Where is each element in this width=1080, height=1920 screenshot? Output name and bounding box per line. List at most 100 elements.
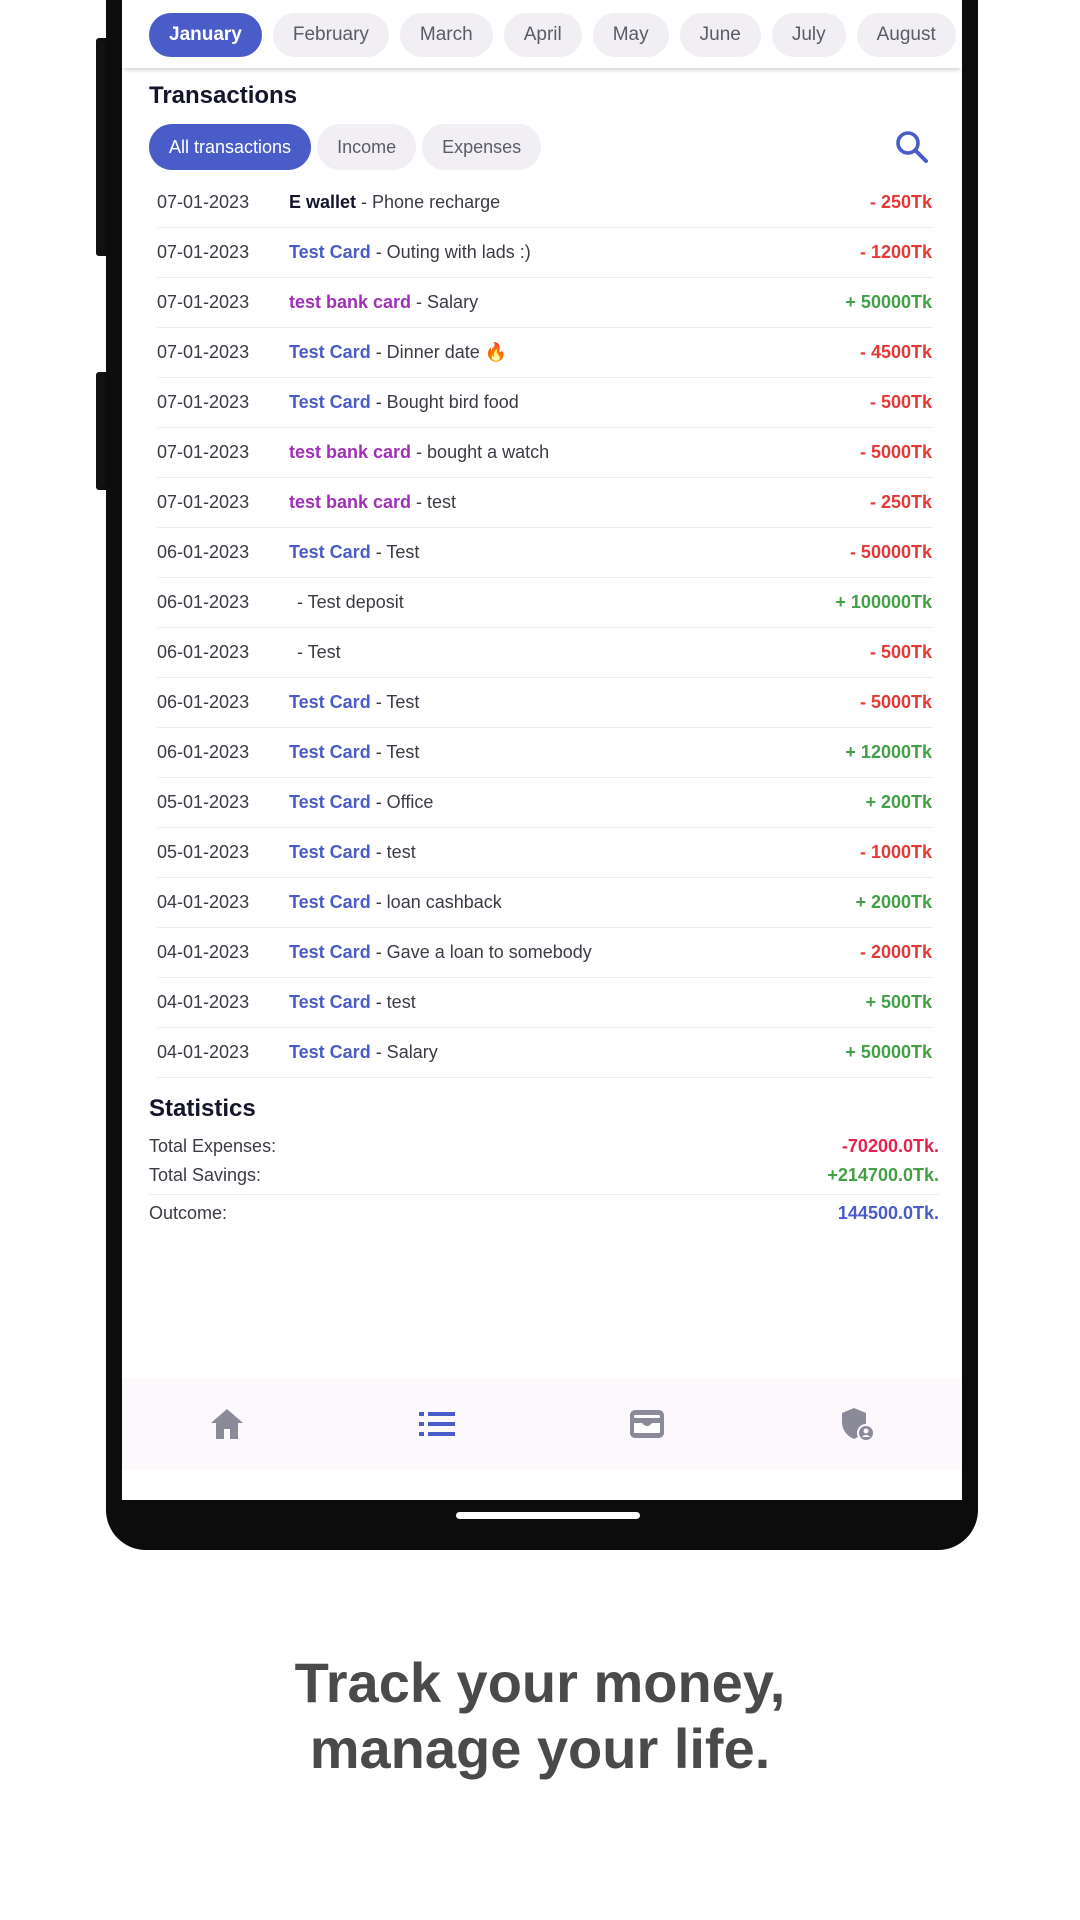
transaction-row[interactable]: 07-01-2023 test bank card - Salary + 50000T… <box>157 278 933 328</box>
transaction-note: - test <box>375 992 416 1012</box>
transaction-row[interactable]: 06-01-2023 Test Card - Test - 50000Tk <box>157 528 933 578</box>
transaction-row[interactable]: 04-01-2023 Test Card - test + 500Tk <box>157 978 933 1028</box>
filter-all-transactions[interactable]: All transactions <box>149 124 312 170</box>
transaction-date: 07-01-2023 <box>157 192 250 212</box>
transaction-row[interactable]: 07-01-2023 Test Card - Outing with lads :)… <box>157 228 933 278</box>
transaction-row[interactable]: 05-01-2023 Test Card - Office + 200Tk <box>157 778 933 828</box>
transaction-description: Test Card - loan cashback <box>289 892 855 913</box>
month-chip-april[interactable]: April <box>503 13 582 57</box>
transaction-card-name: Test Card <box>289 942 371 962</box>
transaction-card-name: Test Card <box>289 892 371 912</box>
transaction-row[interactable]: 07-01-2023 Test Card - Dinner date 🔥 - 4500… <box>157 328 933 378</box>
transaction-amount: - 500Tk <box>869 642 932 662</box>
transaction-note: - Dinner date 🔥 <box>375 342 508 362</box>
transaction-amount: - 1000Tk <box>859 842 932 862</box>
month-chip-february[interactable]: February <box>272 13 389 57</box>
transaction-amount: - 5000Tk <box>859 442 932 462</box>
statistics-title: Statistics <box>149 1095 256 1122</box>
stat-label: Outcome: <box>149 1203 228 1223</box>
transaction-description: Test Card - Bought bird food <box>289 392 870 413</box>
transaction-amount: + 100000Tk <box>835 592 932 612</box>
transaction-card-name: Test Card <box>289 842 371 862</box>
transaction-amount: - 1200Tk <box>859 242 932 262</box>
transaction-note: - Office <box>375 792 434 812</box>
tagline-line: Track your money, <box>294 1651 786 1714</box>
shield-user-icon[interactable] <box>827 1394 887 1454</box>
transaction-note: - Gave a loan to somebody <box>375 942 592 962</box>
month-chip-march[interactable]: March <box>399 13 493 57</box>
transaction-row[interactable]: 06-01-2023 Test Card - Test + 12000Tk <box>157 728 933 778</box>
transaction-card-name: E wallet <box>289 192 357 212</box>
transaction-note: - Salary <box>416 292 479 312</box>
transaction-amount: - 250Tk <box>869 192 932 212</box>
wallet-icon[interactable] <box>617 1394 677 1454</box>
transaction-date: 07-01-2023 <box>157 342 250 362</box>
transaction-row[interactable]: 06-01-2023 - Test - 500Tk <box>157 628 933 678</box>
home-icon[interactable] <box>197 1394 257 1454</box>
month-chip-may[interactable]: May <box>592 13 669 57</box>
transaction-row[interactable]: 07-01-2023 test bank card - test - 250Tk <box>157 478 933 528</box>
transaction-amount: + 2000Tk <box>855 892 932 912</box>
transaction-description: test bank card - test <box>289 492 870 513</box>
filter-expenses[interactable]: Expenses <box>422 124 542 170</box>
tagline: Track your money, manage your life. <box>0 1650 1080 1782</box>
month-selector: January February March April May June July Augu… <box>122 0 962 68</box>
transaction-date: 04-01-2023 <box>157 942 250 962</box>
transaction-description: - Test <box>289 642 870 663</box>
stat-label: Total Expenses: <box>149 1136 277 1156</box>
transaction-row[interactable]: 04-01-2023 Test Card - Salary + 50000Tk <box>157 1028 933 1078</box>
transaction-date: 05-01-2023 <box>157 842 250 862</box>
transaction-note: - test <box>416 492 457 512</box>
transaction-amount: - 2000Tk <box>859 942 932 962</box>
transaction-description: Test Card - Test <box>289 742 845 763</box>
stat-value: -70200.0Tk. <box>841 1136 939 1156</box>
search-icon[interactable] <box>893 128 931 166</box>
transaction-card-name: Test Card <box>289 1042 371 1062</box>
statistics-section: Statistics Total Expenses: -70200.0Tk. T… <box>149 1092 939 1228</box>
transaction-date: 07-01-2023 <box>157 442 250 462</box>
filter-income[interactable]: Income <box>317 124 417 170</box>
transaction-date: 04-01-2023 <box>157 992 250 1012</box>
month-chip-january[interactable]: January <box>149 13 262 57</box>
home-indicator[interactable] <box>456 1512 640 1519</box>
transaction-row[interactable]: 07-01-2023 E wallet - Phone recharge - 250T… <box>157 178 933 228</box>
transaction-description: test bank card - bought a watch <box>289 442 860 463</box>
transaction-description: Test Card - Test <box>289 542 850 563</box>
transaction-description: E wallet - Phone recharge <box>289 192 870 213</box>
transaction-row[interactable]: 04-01-2023 Test Card - Gave a loan to some… <box>157 928 933 978</box>
transaction-description: - Test deposit <box>289 592 835 613</box>
transaction-card-name: Test Card <box>289 392 371 412</box>
month-chip-august[interactable]: August <box>856 13 956 57</box>
transaction-row[interactable]: 05-01-2023 Test Card - test - 1000Tk <box>157 828 933 878</box>
transaction-description: Test Card - test <box>289 842 860 863</box>
transaction-description: Test Card - Outing with lads :) <box>289 242 860 263</box>
stat-label: Total Savings: <box>149 1165 262 1185</box>
transaction-row[interactable]: 06-01-2023 - Test deposit + 100000Tk <box>157 578 933 628</box>
transaction-date: 05-01-2023 <box>157 792 250 812</box>
list-icon[interactable] <box>407 1394 467 1454</box>
month-chip-july[interactable]: July <box>771 13 846 57</box>
transaction-row[interactable]: 07-01-2023 test bank card - bought a watch… <box>157 428 933 478</box>
transaction-card-name: Test Card <box>289 542 371 562</box>
transaction-card-name: test bank card <box>289 442 412 462</box>
stat-value: 144500.0Tk. <box>837 1203 939 1223</box>
app-screen: January February March April May June July Augu… <box>122 0 962 1500</box>
transaction-amount: + 500Tk <box>865 992 932 1012</box>
month-chip-june[interactable]: June <box>679 13 761 57</box>
transaction-amount: + 200Tk <box>865 792 932 812</box>
tagline-line: manage your life. <box>309 1717 771 1780</box>
stat-value: +214700.0Tk. <box>827 1165 939 1185</box>
transaction-date: 06-01-2023 <box>157 692 250 712</box>
transaction-card-name: Test Card <box>289 992 371 1012</box>
transaction-description: Test Card - Gave a loan to somebody <box>289 942 860 963</box>
transaction-amount: + 12000Tk <box>845 742 932 762</box>
transaction-note: - Test deposit <box>297 592 404 612</box>
transaction-row[interactable]: 07-01-2023 Test Card - Bought bird food - 5… <box>157 378 933 428</box>
stat-divider <box>149 1194 939 1195</box>
transaction-row[interactable]: 04-01-2023 Test Card - loan cashback + 2000… <box>157 878 933 928</box>
filter-row: All transactions Income Expenses <box>149 124 939 170</box>
transaction-note: - Test <box>297 642 341 662</box>
transaction-description: Test Card - Salary <box>289 1042 845 1063</box>
transaction-note: - Bought bird food <box>375 392 519 412</box>
transaction-row[interactable]: 06-01-2023 Test Card - Test - 5000Tk <box>157 678 933 728</box>
